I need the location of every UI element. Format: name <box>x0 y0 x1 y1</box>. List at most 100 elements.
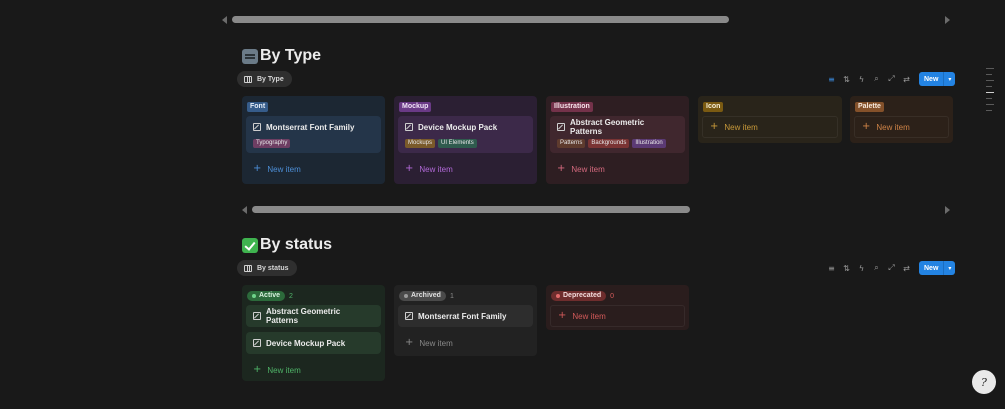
card-title: Montserrat Font Family <box>405 311 526 321</box>
card-title-text: Device Mockup Pack <box>266 338 346 348</box>
new-item-label: New item <box>571 164 605 174</box>
new-item-button[interactable]: + New item <box>398 158 533 180</box>
outline-line[interactable] <box>986 110 992 111</box>
outline-line[interactable] <box>986 68 994 69</box>
column-tag[interactable]: Palette <box>855 102 884 112</box>
outline-line[interactable] <box>986 104 994 105</box>
filter-icon[interactable]: ≡ <box>826 263 837 274</box>
view-tab-label: By status <box>257 264 289 272</box>
filter-icon[interactable]: ≡ <box>826 74 837 85</box>
column-header: Illustration <box>551 101 685 113</box>
check-mark-emoji-icon <box>242 237 258 253</box>
new-item-button[interactable]: + New item <box>246 359 381 381</box>
column-tag[interactable]: Font <box>247 102 269 112</box>
new-button-label[interactable]: New <box>919 72 944 86</box>
plus-icon: + <box>557 163 566 174</box>
toolbar-by-type: ≡ ⇅ ϟ ⌕ ⤢ ⇄ New ▾ <box>826 72 956 86</box>
plus-icon: + <box>558 310 567 321</box>
board-card[interactable]: Abstract Geometric Patterns <box>246 305 381 327</box>
chevron-down-icon[interactable]: ▾ <box>943 72 956 86</box>
column-tag[interactable]: Icon <box>703 102 724 112</box>
new-item-button[interactable]: + New item <box>702 116 838 138</box>
board-column-deprecated: Deprecated 0 + New item <box>546 285 689 330</box>
page-edit-icon <box>253 339 261 347</box>
new-item-button[interactable]: + New item <box>398 332 533 354</box>
help-button[interactable]: ? <box>972 370 996 394</box>
card-tags: Typography <box>253 139 374 148</box>
chevron-down-icon[interactable]: ▾ <box>943 261 956 275</box>
status-pill[interactable]: Deprecated <box>551 291 607 301</box>
card-title: Device Mockup Pack <box>405 122 526 132</box>
tag-chip: Backgrounds <box>588 139 630 148</box>
middle-horizontal-scrollbar[interactable] <box>242 205 950 215</box>
plus-icon: + <box>405 337 414 348</box>
section-title-by-status: By status <box>242 236 332 254</box>
card-tags: Patterns Backgrounds Illustration <box>557 139 678 148</box>
board-card[interactable]: Abstract Geometric Patterns Patterns Backg… <box>550 116 685 153</box>
expand-icon[interactable]: ⤢ <box>886 263 897 274</box>
new-item-button[interactable]: + New item <box>550 158 685 180</box>
search-icon[interactable]: ⌕ <box>871 263 882 274</box>
column-tag[interactable]: Mockup <box>399 102 432 112</box>
status-label: Deprecated <box>563 292 602 299</box>
new-item-label: New item <box>419 338 453 348</box>
tag-chip: Patterns <box>557 139 586 148</box>
card-tags: Mockups UI Elements <box>405 139 526 148</box>
plus-icon: + <box>405 163 414 174</box>
column-count: 0 <box>610 292 615 300</box>
card-title: Abstract Geometric Patterns <box>253 307 374 325</box>
scroll-right-arrow[interactable] <box>945 206 950 214</box>
status-pill[interactable]: Active <box>247 291 286 301</box>
section-title-by-type: By Type <box>242 47 321 65</box>
status-label: Active <box>259 292 281 299</box>
settings-sliders-icon[interactable]: ⇄ <box>901 74 912 85</box>
tag-chip: Illustration <box>632 139 666 148</box>
board-card[interactable]: Device Mockup Pack <box>246 332 381 354</box>
automation-lightning-icon[interactable]: ϟ <box>856 74 867 85</box>
new-item-button[interactable]: + New item <box>550 305 685 327</box>
search-icon[interactable]: ⌕ <box>871 74 882 85</box>
card-title-text: Montserrat Font Family <box>418 311 507 321</box>
sort-icon[interactable]: ⇅ <box>841 74 852 85</box>
board-column-archived: Archived 1 Montserrat Font Family + New item <box>394 285 537 356</box>
board-column-palette: Palette + New item <box>850 96 953 143</box>
new-item-label: New item <box>876 122 910 132</box>
board-card[interactable]: Montserrat Font Family Typography <box>246 116 381 153</box>
board-column-font: Font Montserrat Font Family Typography + New… <box>242 96 385 184</box>
new-button-label[interactable]: New <box>919 261 944 275</box>
scroll-right-arrow[interactable] <box>945 16 950 24</box>
scroll-thumb[interactable] <box>232 16 729 23</box>
plus-icon: + <box>253 364 262 375</box>
status-pill[interactable]: Archived <box>399 291 446 301</box>
new-item-label: New item <box>724 122 758 132</box>
view-tab-by-type[interactable]: By Type <box>237 71 292 87</box>
outline-line[interactable] <box>986 98 992 99</box>
column-header: Active 2 <box>247 290 381 302</box>
new-item-button[interactable]: + New item <box>246 158 381 180</box>
outline-line[interactable] <box>986 74 992 75</box>
outline-line[interactable] <box>986 80 994 81</box>
new-button[interactable]: New ▾ <box>919 261 956 275</box>
expand-icon[interactable]: ⤢ <box>886 74 897 85</box>
view-tab-label: By Type <box>257 75 284 83</box>
status-dot-icon <box>252 294 256 298</box>
column-tag[interactable]: Illustration <box>551 102 593 112</box>
outline-line[interactable] <box>986 86 992 87</box>
scroll-left-arrow[interactable] <box>242 206 247 214</box>
new-item-button[interactable]: + New item <box>854 116 949 138</box>
new-button[interactable]: New ▾ <box>919 72 956 86</box>
outline-line-active[interactable] <box>986 92 994 93</box>
card-title: Abstract Geometric Patterns <box>557 118 678 136</box>
status-dot-icon <box>404 294 408 298</box>
top-horizontal-scrollbar[interactable] <box>222 15 950 25</box>
scroll-left-arrow[interactable] <box>222 16 227 24</box>
page-outline-nav[interactable] <box>986 68 994 116</box>
view-tab-by-status[interactable]: By status <box>237 260 297 276</box>
automation-lightning-icon[interactable]: ϟ <box>856 263 867 274</box>
sort-icon[interactable]: ⇅ <box>841 263 852 274</box>
board-card[interactable]: Montserrat Font Family <box>398 305 533 327</box>
scroll-thumb[interactable] <box>252 206 690 213</box>
help-icon: ? <box>981 375 987 389</box>
settings-sliders-icon[interactable]: ⇄ <box>901 263 912 274</box>
board-card[interactable]: Device Mockup Pack Mockups UI Elements <box>398 116 533 153</box>
